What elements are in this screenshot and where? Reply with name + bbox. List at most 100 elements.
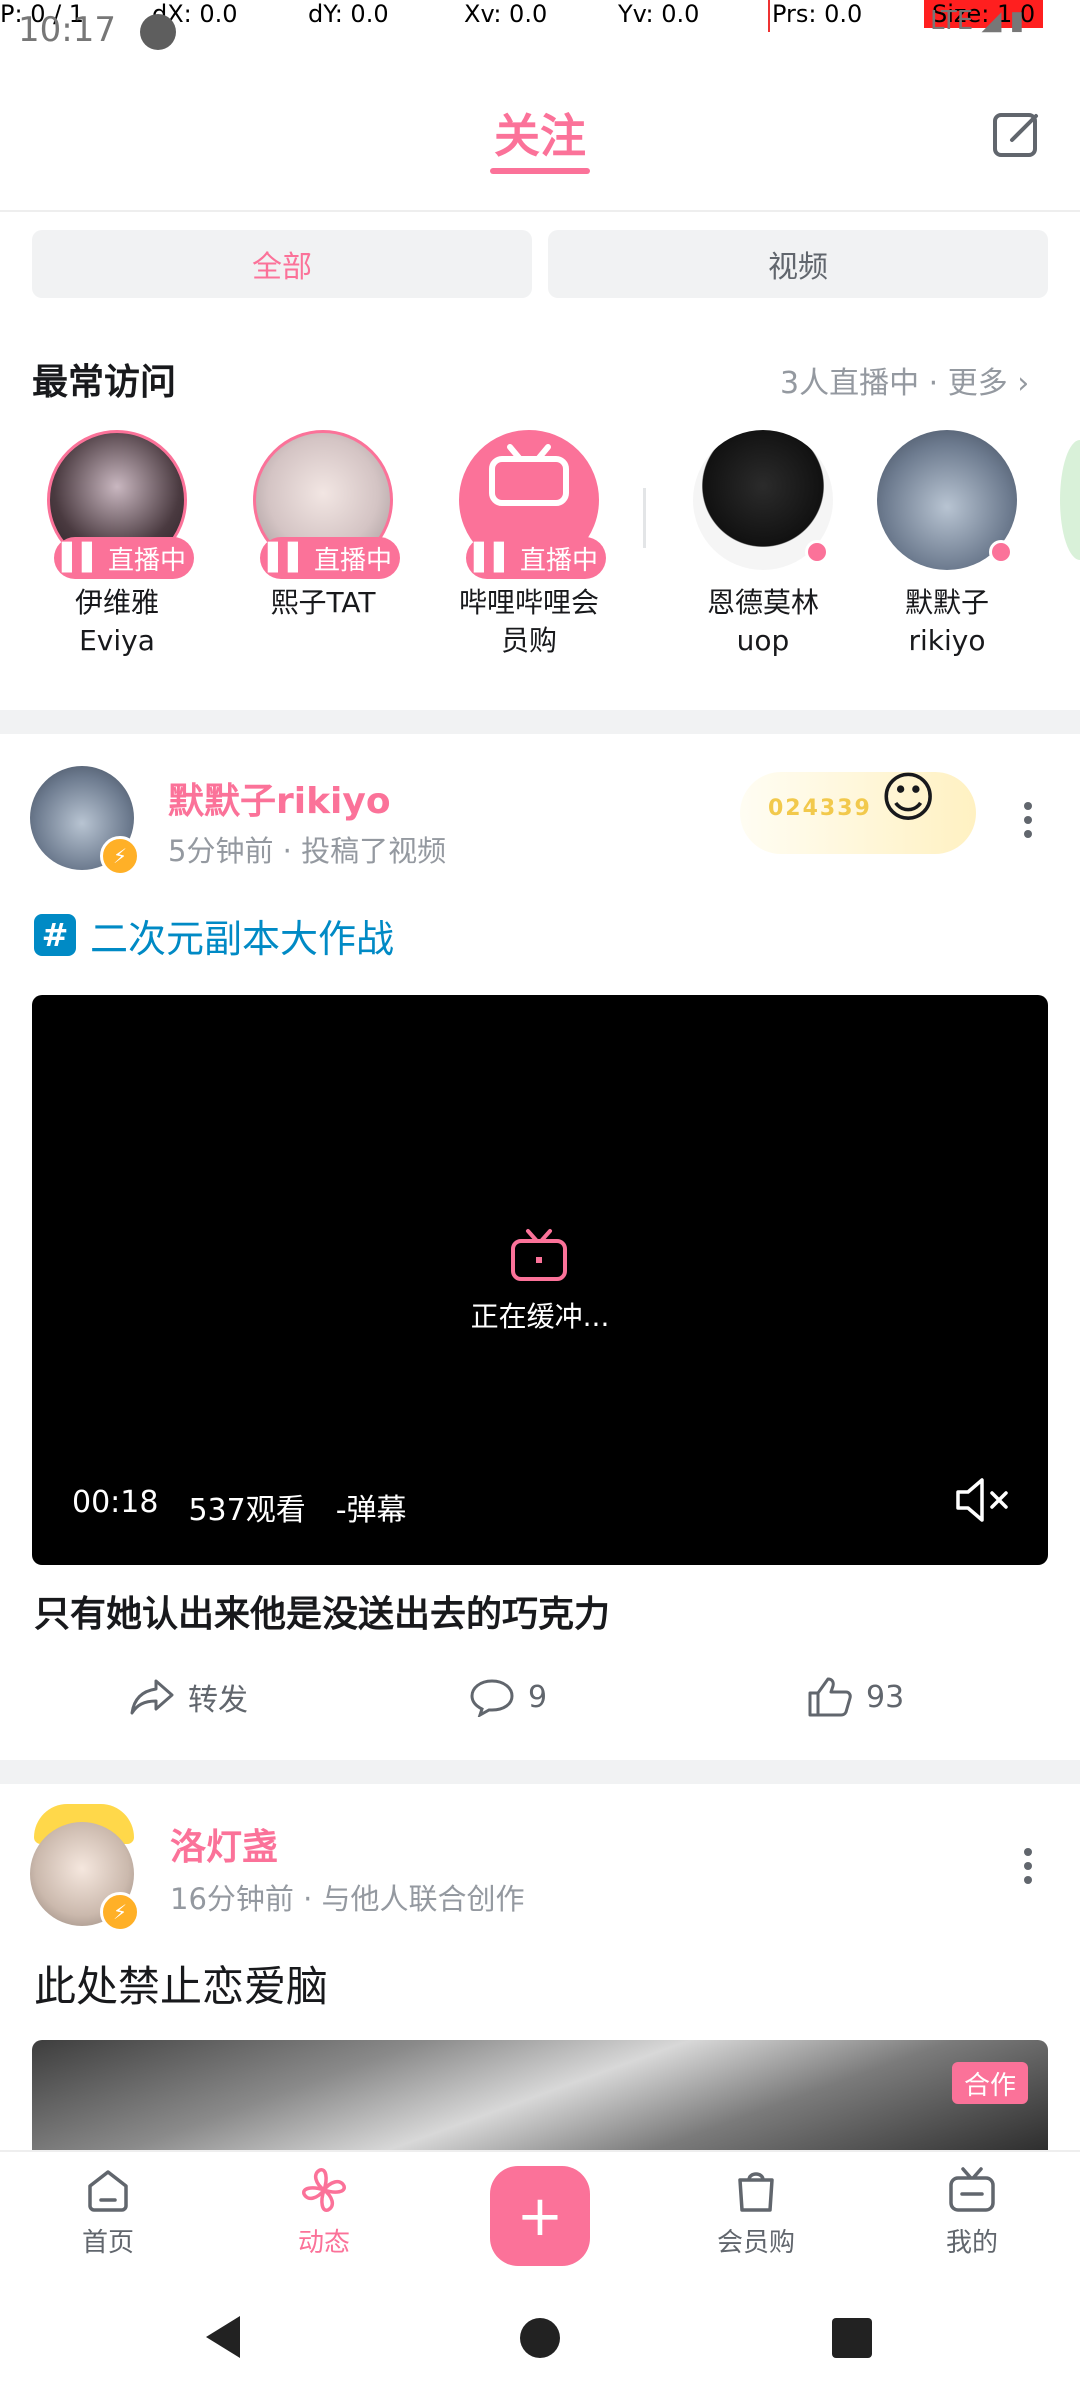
shopping-bag-icon <box>738 2172 774 2212</box>
nav-me[interactable]: 我的 <box>912 2164 1032 2259</box>
video-player[interactable]: 正在缓冲... 00:18 537观看 -弹幕 <box>32 995 1048 1565</box>
nav-dynamic-label: 动态 <box>297 2228 350 2258</box>
nav-dynamic[interactable]: 动态 <box>264 2164 384 2259</box>
buffering-text: 正在缓冲... <box>470 1300 610 1333</box>
post2-author[interactable]: 洛灯盏 <box>170 1818 278 1870</box>
edit-icon <box>993 113 1038 157</box>
post1-title[interactable]: 只有她认出来他是没送出去的巧克力 <box>34 1585 610 1637</box>
post2-image[interactable] <box>32 2040 1048 2150</box>
frequent-visits-title: 最常访问 <box>32 362 177 403</box>
name-line-2: 员购 <box>500 624 557 657</box>
debug-dy: dY: 0.0 <box>308 0 389 28</box>
frequent-more-label: 3人直播中 · 更多 <box>780 366 1008 401</box>
lightning-icon: ⚡ <box>100 1892 140 1932</box>
share-button[interactable]: 转发 <box>128 1672 248 1722</box>
live-badge: ▌▌ 直播中 <box>466 537 606 579</box>
post2-more-button[interactable] <box>1018 1842 1038 1890</box>
page-header: 关注 <box>0 60 1080 212</box>
post1-topic[interactable]: # 二次元副本大作战 <box>34 910 395 961</box>
frequent-user-name: 熙子TAT <box>238 584 408 622</box>
comment-count: 9 <box>528 1679 548 1715</box>
post1-avatar[interactable]: ⚡ <box>30 766 140 876</box>
comment-button[interactable]: 9 <box>468 1672 547 1722</box>
plus-icon: + <box>516 2183 564 2249</box>
network-status: LTE ◢ ▮ <box>930 6 1024 36</box>
character-sticker-icon: ☺ <box>880 766 937 829</box>
system-navigation-bar <box>0 2280 1080 2400</box>
tv-icon <box>511 1229 567 1281</box>
video-stats: 00:18 537观看 -弹幕 <box>72 1485 407 1529</box>
nav-home[interactable]: 首页 <box>48 2164 168 2259</box>
update-dot <box>989 540 1013 564</box>
nav-vip-mall-label: 会员购 <box>716 2228 795 2258</box>
back-icon[interactable] <box>204 2314 244 2360</box>
chevron-right-icon: › <box>1017 366 1030 401</box>
page-title[interactable]: 关注 <box>0 100 1080 166</box>
more-vertical-icon <box>1018 1848 1038 1884</box>
frequent-user-eviya[interactable]: ▌▌ 直播中 伊维雅 Eviya <box>32 430 202 660</box>
debug-xv: Xv: 0.0 <box>464 0 548 28</box>
tab-all[interactable]: 全部 <box>32 230 532 298</box>
frequent-user-xizi[interactable]: ▌▌ 直播中 熙子TAT <box>238 430 408 622</box>
video-views: 537观看 <box>188 1493 306 1528</box>
nav-home-label: 首页 <box>81 2228 134 2258</box>
live-badge-label: 直播中 <box>313 545 392 576</box>
nav-vip-mall[interactable]: 会员购 <box>696 2164 816 2259</box>
frequent-user-name: 默默子 rikiyo <box>862 584 1032 660</box>
more-vertical-icon <box>1018 802 1038 838</box>
tab-video[interactable]: 视频 <box>548 230 1048 298</box>
video-duration: 00:18 <box>72 1485 159 1520</box>
fan-badge-number: 024339 <box>768 796 872 821</box>
debug-yv: Yv: 0.0 <box>618 0 700 28</box>
title-underline <box>490 168 590 174</box>
name-line-1: 哔哩哔哩会 <box>458 586 599 619</box>
frequent-user-name: 恩德莫林 uop <box>678 584 848 660</box>
frequent-more-link[interactable]: 3人直播中 · 更多 › <box>780 358 1029 402</box>
frequent-user-name: 伊维雅 Eviya <box>32 584 202 660</box>
frequent-user-rikiyo[interactable]: 默默子 rikiyo <box>862 430 1032 660</box>
home-circle-icon[interactable] <box>520 2318 560 2358</box>
collab-badge: 合作 <box>952 2062 1028 2104</box>
like-button[interactable]: 93 <box>806 1672 904 1722</box>
name-line-1: 熙子TAT <box>270 586 376 619</box>
live-bars-icon: ▌▌ <box>473 543 514 573</box>
live-badge-label: 直播中 <box>519 545 598 576</box>
post1-topic-label: 二次元副本大作战 <box>90 916 395 961</box>
lightning-icon: ⚡ <box>100 836 140 876</box>
live-badge-label: 直播中 <box>107 545 186 576</box>
mute-icon[interactable] <box>954 1475 1014 1525</box>
avatar: ▌▌ 直播中 <box>253 430 400 579</box>
section-divider <box>0 710 1080 734</box>
share-label: 转发 <box>188 1683 248 1718</box>
live-badge: ▌▌ 直播中 <box>54 537 194 579</box>
bottom-navigation: 首页 动态 + 会员购 我的 <box>0 2150 1080 2282</box>
nav-me-label: 我的 <box>945 2228 998 2258</box>
notification-icon <box>140 14 176 50</box>
name-line-1: 恩德莫林 <box>706 586 819 619</box>
status-time: 10:17 <box>18 10 116 50</box>
avatar <box>877 430 1017 570</box>
avatar: ▌▌ 直播中 <box>459 430 606 579</box>
name-line-2: Eviya <box>79 624 155 657</box>
pinwheel-icon <box>302 2168 346 2212</box>
fan-badge[interactable]: 024339 ☺ <box>740 766 976 854</box>
post2-avatar[interactable]: ⚡ <box>30 1804 140 1932</box>
debug-divider <box>768 0 770 32</box>
frequent-user-partial[interactable] <box>1060 440 1080 560</box>
frequent-user-bilibili-mall[interactable]: ▌▌ 直播中 哔哩哔哩会员购 <box>444 430 614 660</box>
live-bars-icon: ▌▌ <box>61 543 102 573</box>
lte-label: LTE <box>930 6 974 36</box>
live-badge: ▌▌ 直播中 <box>260 537 400 579</box>
compose-button[interactable] <box>990 108 1044 162</box>
publish-button[interactable]: + <box>490 2166 590 2266</box>
live-divider <box>643 488 646 548</box>
tv-profile-icon <box>949 2167 995 2212</box>
post1-more-button[interactable] <box>1018 796 1038 844</box>
post2-text[interactable]: 此处禁止恋爱脑 <box>34 1953 328 2014</box>
post1-meta: 5分钟前 · 投稿了视频 <box>168 834 447 868</box>
post1-author[interactable]: 默默子rikiyo <box>168 772 391 824</box>
recents-icon[interactable] <box>832 2318 872 2358</box>
frequent-user-endermorin[interactable]: 恩德莫林 uop <box>678 430 848 660</box>
battery-icon: ▮ <box>1009 6 1025 36</box>
frequent-user-name: 哔哩哔哩会 员购 <box>444 584 614 660</box>
